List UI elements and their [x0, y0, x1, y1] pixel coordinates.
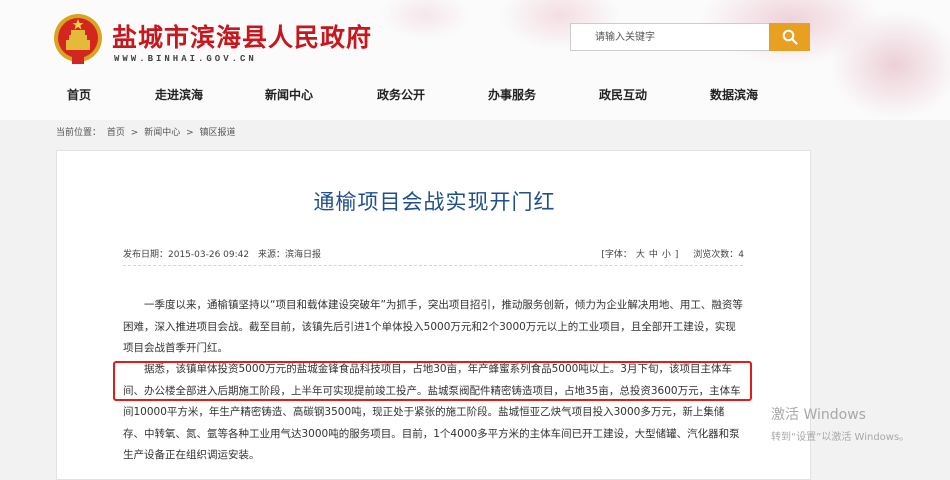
site-url: WWW.BINHAI.GOV.CN: [114, 54, 257, 64]
breadcrumb-link-news[interactable]: 新闻中心: [144, 128, 180, 138]
breadcrumb-separator: >: [186, 128, 194, 138]
article-title: 通榆项目会战实现开门红: [313, 190, 556, 214]
article-panel: 通榆项目会战实现开门红 发布日期：2015-03-26 09:42 来源：滨海日…: [56, 150, 811, 480]
nav-item-gov-affairs[interactable]: 政务公开: [377, 86, 425, 103]
publish-date: 发布日期：2015-03-26 09:42: [123, 250, 250, 260]
search-box: [570, 23, 775, 51]
blossom-decoration: [380, 0, 470, 40]
site-title[interactable]: 盐城市滨海县人民政府: [112, 18, 372, 54]
article-paragraph: 一季度以来，通榆镇坚持以“项目和载体建设突破年”为抓手，突出项目招引，推动服务创…: [123, 299, 743, 354]
nav-item-services[interactable]: 办事服务: [488, 86, 536, 103]
nav-item-home[interactable]: 首页: [67, 86, 91, 103]
nav-item-data[interactable]: 数据滨海: [710, 86, 758, 103]
font-size-small[interactable]: 小: [662, 250, 671, 260]
article-meta: 发布日期：2015-03-26 09:42 来源：滨海日报: [123, 247, 327, 260]
nav-item-interaction[interactable]: 政民互动: [599, 86, 647, 103]
article-source: 来源：滨海日报: [257, 250, 321, 260]
breadcrumb-prefix: 当前位置：: [56, 128, 102, 138]
font-size-label: [字体：: [601, 250, 632, 260]
watermark-title: 激活 Windows: [771, 407, 866, 423]
breadcrumb: 当前位置： 首页 > 新闻中心 > 镇区报道: [56, 125, 239, 138]
view-count: 浏览次数：4: [693, 250, 744, 260]
search-input[interactable]: [571, 24, 775, 50]
meta-divider: [123, 265, 743, 266]
font-size-large[interactable]: 大: [636, 250, 645, 260]
breadcrumb-link-township[interactable]: 镇区报道: [200, 128, 236, 138]
nav-item-news[interactable]: 新闻中心: [265, 86, 313, 103]
font-size-medium[interactable]: 中: [649, 250, 658, 260]
font-size-close: ]: [674, 250, 679, 260]
highlight-annotation-box: [113, 361, 752, 401]
main-nav: 首页 走进滨海 新闻中心 政务公开 办事服务 政民互动 数据滨海: [0, 86, 950, 104]
search-icon: [782, 29, 798, 45]
article-meta-right: [字体： 大中小] 浏览次数：4: [601, 247, 744, 260]
nav-item-about[interactable]: 走进滨海: [155, 86, 203, 103]
breadcrumb-separator: >: [130, 128, 139, 138]
windows-activation-watermark: 激活 Windows 转到“设置”以激活 Windows。: [771, 404, 909, 443]
national-emblem-icon[interactable]: [52, 10, 104, 66]
search-button[interactable]: [769, 23, 810, 51]
breadcrumb-link-home[interactable]: 首页: [107, 128, 125, 138]
watermark-subtitle: 转到“设置”以激活 Windows。: [771, 432, 910, 443]
